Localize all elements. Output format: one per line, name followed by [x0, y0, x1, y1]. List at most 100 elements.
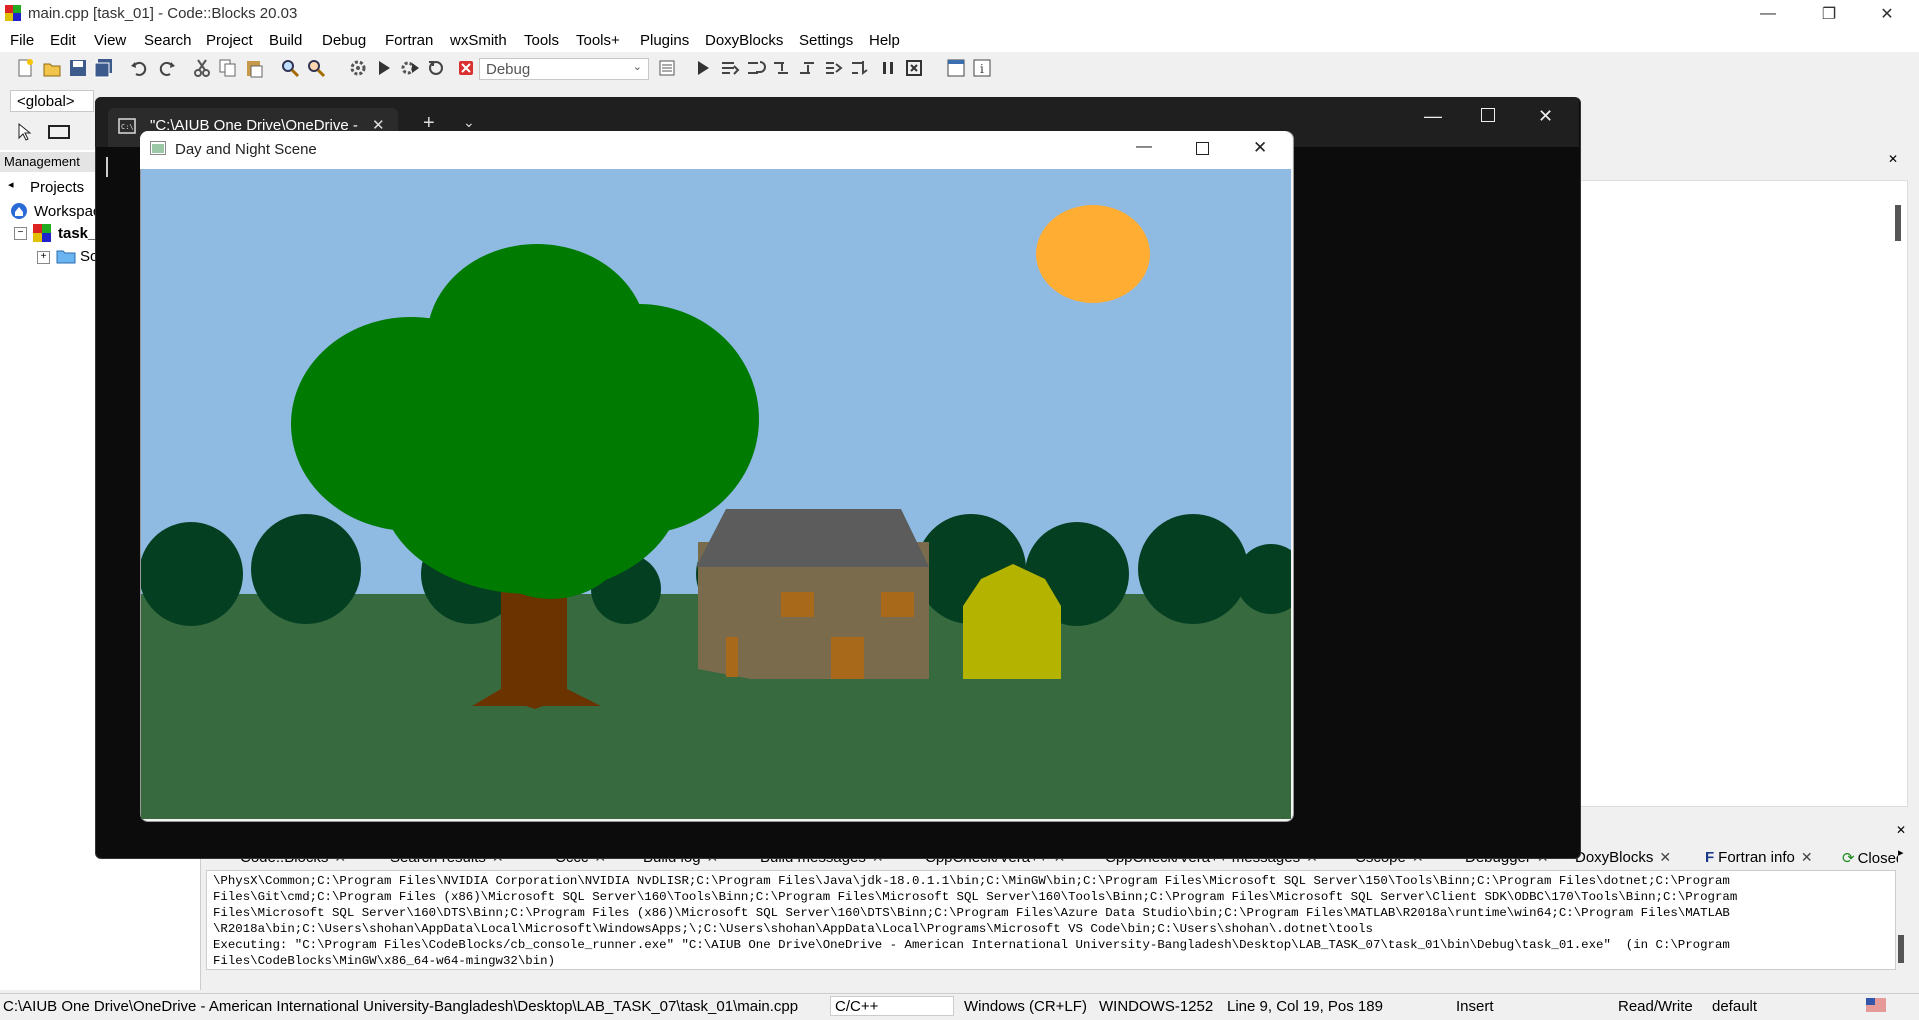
restore-icon: ❐ [1821, 6, 1837, 23]
build-options-icon[interactable] [657, 58, 677, 78]
redo-icon[interactable] [156, 58, 176, 78]
run-to-cursor-icon[interactable] [720, 58, 740, 78]
gl-close-icon[interactable]: ✕ [1253, 138, 1267, 158]
build-target-value: Debug [486, 61, 531, 78]
folder-icon [56, 250, 76, 264]
restore-button[interactable]: ❐ [1806, 0, 1852, 28]
debug-windows-icon[interactable] [946, 58, 966, 78]
status-position: Line 9, Col 19, Pos 189 [1227, 998, 1383, 1015]
log-line: \R2018a\bin;C:\Users\shohan\AppData\Loca… [213, 922, 1373, 936]
run-icon[interactable] [374, 58, 394, 78]
log-tab-label: Fortran info [1718, 849, 1795, 866]
house-window [881, 592, 914, 617]
house-side-door [726, 637, 738, 677]
pointer-tool-icon[interactable] [14, 122, 34, 142]
menu-build[interactable]: Build [269, 32, 302, 49]
gl-minimize-icon[interactable]: — [1136, 138, 1152, 156]
debug-info-icon[interactable]: i [972, 58, 992, 78]
find-icon[interactable] [280, 58, 300, 78]
next-line-icon[interactable] [746, 58, 766, 78]
editor-scrollbar[interactable] [1895, 205, 1901, 241]
menu-doxyblocks[interactable]: DoxyBlocks [705, 32, 783, 49]
house-roof [696, 509, 929, 567]
build-target-select[interactable]: Debug ⌄ [479, 58, 649, 80]
rebuild-icon[interactable] [426, 58, 446, 78]
terminal-minimize-icon[interactable]: — [1424, 106, 1442, 127]
projects-tab[interactable]: Projects [30, 179, 84, 196]
scope-select[interactable]: <global> [10, 90, 94, 112]
paste-icon[interactable] [244, 58, 264, 78]
sources-folder-item[interactable]: Sources [80, 248, 96, 265]
expand-icon[interactable]: + [37, 251, 50, 264]
tab-scroll-right-icon[interactable]: ▸ [1898, 846, 1904, 859]
menu-settings[interactable]: Settings [799, 32, 853, 49]
next-instruction-icon[interactable] [824, 58, 844, 78]
log-tab-doxyblocks[interactable]: DoxyBlocks ✕ [1575, 849, 1671, 866]
project-item[interactable]: task_01 [58, 225, 96, 242]
menu-help[interactable]: Help [869, 32, 900, 49]
gl-maximize-icon[interactable] [1196, 142, 1209, 155]
abort-icon[interactable] [456, 58, 476, 78]
copy-icon[interactable] [218, 58, 238, 78]
log-output[interactable]: \PhysX\Common;C:\Program Files\NVIDIA Co… [206, 870, 1896, 970]
gl-scene-canvas [141, 169, 1291, 819]
menu-edit[interactable]: Edit [50, 32, 76, 49]
closed-files-icon: ⟳ [1842, 850, 1855, 867]
codeblocks-app-icon [5, 5, 21, 21]
new-file-icon[interactable] [15, 58, 35, 78]
close-icon[interactable]: ✕ [1801, 849, 1813, 865]
step-into-icon[interactable] [772, 58, 792, 78]
log-line: Files\Microsoft SQL Server\160\DTS\Binn;… [213, 906, 1730, 920]
save-icon[interactable] [68, 58, 88, 78]
svg-text:i: i [980, 62, 984, 76]
menu-view[interactable]: View [94, 32, 126, 49]
log-tab-closed-files[interactable]: ⟳Closed files list [1842, 849, 1898, 867]
log-scrollbar[interactable] [1898, 935, 1904, 963]
menu-debug[interactable]: Debug [322, 32, 366, 49]
editor-close-icon[interactable]: ✕ [1888, 152, 1898, 166]
collapse-icon[interactable]: − [14, 227, 27, 240]
status-encoding: WINDOWS-1252 [1099, 998, 1214, 1015]
us-flag-icon [1866, 998, 1886, 1012]
fortran-icon: F [1705, 849, 1715, 866]
build-icon[interactable] [348, 58, 368, 78]
debug-start-icon[interactable] [693, 58, 713, 78]
close-button[interactable]: ✕ [1864, 0, 1910, 28]
tab-scroll-left-icon[interactable]: ◂ [8, 178, 14, 191]
log-tab-fortran-info[interactable]: F Fortran info ✕ [1705, 849, 1813, 866]
status-file-path: C:\AIUB One Drive\OneDrive - American In… [3, 998, 799, 1015]
menu-tools[interactable]: Tools [524, 32, 559, 49]
build-and-run-icon[interactable] [400, 58, 420, 78]
rectangle-tool-icon[interactable] [48, 124, 70, 140]
replace-icon[interactable] [306, 58, 326, 78]
step-into-instruction-icon[interactable] [850, 58, 870, 78]
house [696, 509, 929, 679]
terminal-close-icon[interactable]: ✕ [1538, 106, 1553, 127]
status-profile: default [1712, 998, 1758, 1015]
minimize-icon: — [1760, 5, 1776, 22]
menu-tools-plus[interactable]: Tools+ [576, 32, 620, 49]
workspace-item[interactable]: Workspace [34, 203, 96, 220]
menu-plugins[interactable]: Plugins [640, 32, 689, 49]
close-icon[interactable]: ✕ [1659, 849, 1671, 865]
menu-search[interactable]: Search [144, 32, 192, 49]
log-line: Files\CodeBlocks\MinGW\x86_64-w64-mingw3… [213, 954, 556, 968]
house-door [831, 637, 864, 679]
menu-project[interactable]: Project [206, 32, 253, 49]
menu-fortran[interactable]: Fortran [385, 32, 433, 49]
cut-icon[interactable] [192, 58, 212, 78]
editor-area[interactable] [1576, 180, 1908, 807]
terminal-maximize-icon[interactable] [1481, 108, 1495, 122]
menu-file[interactable]: File [10, 32, 34, 49]
open-file-icon[interactable] [42, 58, 62, 78]
minimize-button[interactable]: — [1745, 0, 1791, 28]
log-line: Executing: "C:\Program Files\CodeBlocks/… [213, 938, 1730, 952]
undo-icon[interactable] [130, 58, 150, 78]
stop-debugger-icon[interactable] [904, 58, 924, 78]
save-all-icon[interactable] [94, 58, 114, 78]
tab-dropdown-icon[interactable]: ⌄ [463, 114, 475, 131]
logs-close-icon[interactable]: ✕ [1896, 823, 1906, 837]
step-out-icon[interactable] [798, 58, 818, 78]
menu-wxsmith[interactable]: wxSmith [450, 32, 507, 49]
pause-icon[interactable] [878, 58, 898, 78]
